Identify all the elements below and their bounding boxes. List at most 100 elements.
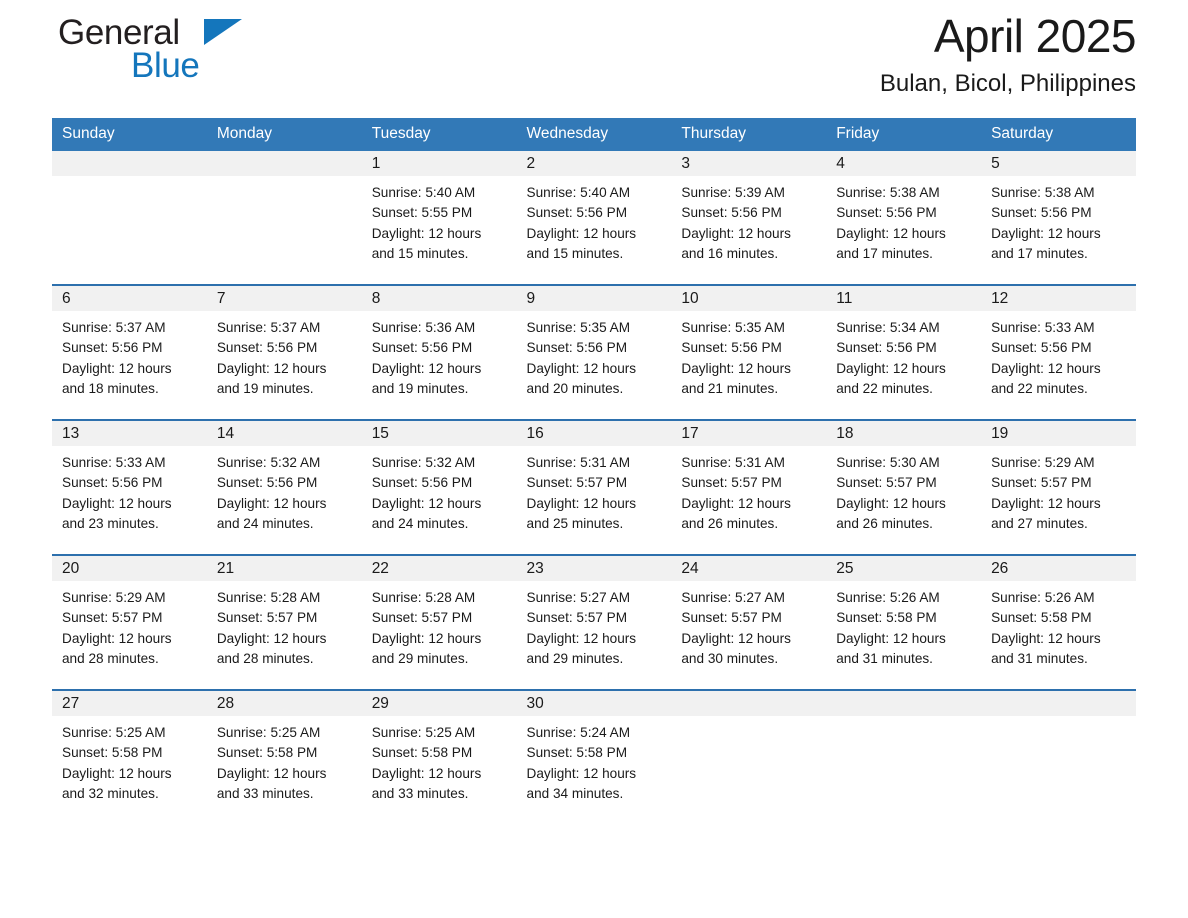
calendar-cell: 19 Sunrise: 5:29 AM Sunset: 5:57 PM Dayligh…	[981, 419, 1136, 555]
sunset-text: Sunset: 5:56 PM	[991, 340, 1092, 356]
daylight-text-line1: Daylight: 12 hours	[681, 630, 791, 646]
sunset-text: Sunset: 5:56 PM	[991, 205, 1092, 221]
calendar-day[interactable]: 19 Sunrise: 5:29 AM Sunset: 5:57 PM Dayligh…	[981, 421, 1136, 554]
daylight-text-line2: and 32 minutes.	[62, 785, 159, 801]
calendar-cell: 24 Sunrise: 5:27 AM Sunset: 5:57 PM Dayligh…	[671, 554, 827, 690]
daylight-text-line2: and 30 minutes.	[681, 650, 779, 666]
day-number: 23	[516, 556, 672, 581]
calendar-cell: 6 Sunrise: 5:37 AM Sunset: 5:56 PM Daylight…	[52, 284, 207, 420]
calendar-day[interactable]: 26 Sunrise: 5:26 AM Sunset: 5:58 PM Dayligh…	[981, 556, 1136, 689]
calendar-day[interactable]: 6 Sunrise: 5:37 AM Sunset: 5:56 PM Daylight…	[52, 286, 207, 419]
day-number: 12	[981, 286, 1136, 311]
calendar-day[interactable]: 29 Sunrise: 5:25 AM Sunset: 5:58 PM Dayligh…	[361, 691, 517, 824]
calendar-day-empty	[206, 151, 362, 284]
sunset-text: Sunset: 5:58 PM	[836, 610, 937, 626]
sunset-text: Sunset: 5:56 PM	[836, 340, 937, 356]
calendar-day[interactable]: 18 Sunrise: 5:30 AM Sunset: 5:57 PM Dayligh…	[826, 421, 982, 554]
day-number: 24	[671, 556, 827, 581]
day-details: Sunrise: 5:25 AM Sunset: 5:58 PM Daylight:…	[362, 716, 517, 804]
calendar-day[interactable]: 3 Sunrise: 5:39 AM Sunset: 5:56 PM Daylight…	[671, 151, 827, 284]
calendar-day[interactable]: 15 Sunrise: 5:32 AM Sunset: 5:56 PM Dayligh…	[361, 421, 517, 554]
calendar-day[interactable]: 30 Sunrise: 5:24 AM Sunset: 5:58 PM Dayligh…	[516, 691, 672, 824]
calendar-day[interactable]: 11 Sunrise: 5:34 AM Sunset: 5:56 PM Dayligh…	[826, 286, 982, 419]
sunset-text: Sunset: 5:56 PM	[371, 340, 473, 356]
day-number: 29	[361, 691, 517, 716]
calendar-day[interactable]: 9 Sunrise: 5:35 AM Sunset: 5:56 PM Daylight…	[516, 286, 672, 419]
day-details: Sunrise: 5:27 AM Sunset: 5:57 PM Daylight:…	[517, 581, 672, 669]
sunrise-text: Sunrise: 5:25 AM	[216, 725, 321, 740]
sunrise-text: Sunrise: 5:34 AM	[836, 320, 940, 335]
day-details: Sunrise: 5:27 AM Sunset: 5:57 PM Daylight:…	[671, 581, 826, 669]
daylight-text-line1: Daylight: 12 hours	[371, 495, 482, 511]
calendar-day[interactable]: 1 Sunrise: 5:40 AM Sunset: 5:55 PM Daylight…	[361, 151, 517, 284]
daylight-text-line2: and 33 minutes.	[371, 785, 469, 801]
day-number: 13	[52, 421, 207, 446]
sunset-text: Sunset: 5:56 PM	[216, 340, 318, 356]
sunset-text: Sunset: 5:58 PM	[526, 745, 628, 761]
calendar-week-row: 20 Sunrise: 5:29 AM Sunset: 5:57 PM Dayligh…	[52, 554, 1136, 690]
sunset-text: Sunset: 5:57 PM	[526, 610, 628, 626]
day-details: Sunrise: 5:32 AM Sunset: 5:56 PM Daylight:…	[207, 446, 362, 534]
calendar-week-row: 27 Sunrise: 5:25 AM Sunset: 5:58 PM Dayligh…	[52, 689, 1136, 824]
daylight-text-line1: Daylight: 12 hours	[681, 360, 791, 376]
calendar-day[interactable]: 7 Sunrise: 5:37 AM Sunset: 5:56 PM Daylight…	[206, 286, 362, 419]
calendar-day[interactable]: 2 Sunrise: 5:40 AM Sunset: 5:56 PM Daylight…	[516, 151, 672, 284]
calendar-day[interactable]: 16 Sunrise: 5:31 AM Sunset: 5:57 PM Dayligh…	[516, 421, 672, 554]
day-number: 11	[826, 286, 982, 311]
day-details: Sunrise: 5:37 AM Sunset: 5:56 PM Daylight:…	[207, 311, 362, 399]
day-details: Sunrise: 5:33 AM Sunset: 5:56 PM Daylight:…	[52, 446, 207, 534]
day-number: 21	[206, 556, 362, 581]
day-number: 19	[981, 421, 1136, 446]
weekday-header-wednesday: Wednesday	[516, 118, 672, 151]
calendar-day[interactable]: 10 Sunrise: 5:35 AM Sunset: 5:56 PM Dayligh…	[671, 286, 827, 419]
calendar-day[interactable]: 12 Sunrise: 5:33 AM Sunset: 5:56 PM Dayligh…	[981, 286, 1136, 419]
calendar-page: General Blue April 2025 Bulan, Bicol, Ph…	[0, 0, 1188, 918]
day-number: 2	[516, 151, 672, 176]
sunrise-text: Sunrise: 5:27 AM	[526, 590, 631, 605]
day-number: 14	[206, 421, 362, 446]
calendar-day[interactable]: 23 Sunrise: 5:27 AM Sunset: 5:57 PM Dayligh…	[516, 556, 672, 689]
calendar-day[interactable]: 28 Sunrise: 5:25 AM Sunset: 5:58 PM Dayligh…	[206, 691, 362, 824]
generalblue-logo[interactable]: General Blue	[52, 6, 352, 92]
daylight-text-line2: and 26 minutes.	[681, 515, 779, 531]
calendar-day[interactable]: 27 Sunrise: 5:25 AM Sunset: 5:58 PM Dayligh…	[52, 691, 207, 824]
calendar-day[interactable]: 5 Sunrise: 5:38 AM Sunset: 5:56 PM Daylight…	[981, 151, 1136, 284]
daylight-text-line2: and 26 minutes.	[836, 515, 933, 531]
day-number: 20	[52, 556, 207, 581]
calendar-cell: 2 Sunrise: 5:40 AM Sunset: 5:56 PM Daylight…	[516, 151, 672, 285]
calendar-day[interactable]: 14 Sunrise: 5:32 AM Sunset: 5:56 PM Dayligh…	[206, 421, 362, 554]
calendar-cell: 15 Sunrise: 5:32 AM Sunset: 5:56 PM Dayligh…	[361, 419, 517, 555]
sunrise-text: Sunrise: 5:35 AM	[526, 320, 631, 335]
calendar-day[interactable]: 21 Sunrise: 5:28 AM Sunset: 5:57 PM Dayligh…	[206, 556, 362, 689]
sunrise-text: Sunrise: 5:30 AM	[836, 455, 940, 470]
daylight-text-line1: Daylight: 12 hours	[681, 495, 791, 511]
daylight-text-line2: and 22 minutes.	[836, 380, 933, 396]
daylight-text-line1: Daylight: 12 hours	[681, 225, 791, 241]
sunset-text: Sunset: 5:56 PM	[526, 205, 628, 221]
daylight-text-line1: Daylight: 12 hours	[991, 495, 1101, 511]
calendar-day[interactable]: 4 Sunrise: 5:38 AM Sunset: 5:56 PM Daylight…	[826, 151, 982, 284]
sunrise-text: Sunrise: 5:33 AM	[62, 455, 166, 470]
sunrise-text: Sunrise: 5:31 AM	[526, 455, 631, 470]
calendar-day[interactable]: 17 Sunrise: 5:31 AM Sunset: 5:57 PM Dayligh…	[671, 421, 827, 554]
calendar-day[interactable]: 20 Sunrise: 5:29 AM Sunset: 5:57 PM Dayligh…	[52, 556, 207, 689]
calendar-cell: 11 Sunrise: 5:34 AM Sunset: 5:56 PM Dayligh…	[826, 284, 982, 420]
calendar-day[interactable]: 8 Sunrise: 5:36 AM Sunset: 5:56 PM Daylight…	[361, 286, 517, 419]
calendar-week-row: 1 Sunrise: 5:40 AM Sunset: 5:55 PM Daylight…	[52, 151, 1136, 285]
calendar-day[interactable]: 25 Sunrise: 5:26 AM Sunset: 5:58 PM Dayligh…	[826, 556, 982, 689]
sunset-text: Sunset: 5:55 PM	[371, 205, 473, 221]
calendar-day[interactable]: 13 Sunrise: 5:33 AM Sunset: 5:56 PM Dayligh…	[52, 421, 207, 554]
calendar-header-row: Sunday Monday Tuesday Wednesday Thursday…	[52, 118, 1136, 151]
calendar-day[interactable]: 24 Sunrise: 5:27 AM Sunset: 5:57 PM Dayligh…	[671, 556, 827, 689]
weekday-header-saturday: Saturday	[981, 118, 1136, 151]
daylight-text-line2: and 17 minutes.	[991, 245, 1088, 261]
calendar-cell: 25 Sunrise: 5:26 AM Sunset: 5:58 PM Dayligh…	[826, 554, 982, 690]
calendar-day-empty	[52, 151, 207, 284]
day-details: Sunrise: 5:26 AM Sunset: 5:58 PM Daylight:…	[826, 581, 981, 669]
sunrise-text: Sunrise: 5:25 AM	[371, 725, 476, 740]
daylight-text-line2: and 28 minutes.	[216, 650, 314, 666]
calendar-cell	[981, 689, 1136, 824]
calendar-cell: 21 Sunrise: 5:28 AM Sunset: 5:57 PM Dayligh…	[206, 554, 362, 690]
sunrise-text: Sunrise: 5:35 AM	[681, 320, 785, 335]
calendar-day[interactable]: 22 Sunrise: 5:28 AM Sunset: 5:57 PM Dayligh…	[361, 556, 517, 689]
